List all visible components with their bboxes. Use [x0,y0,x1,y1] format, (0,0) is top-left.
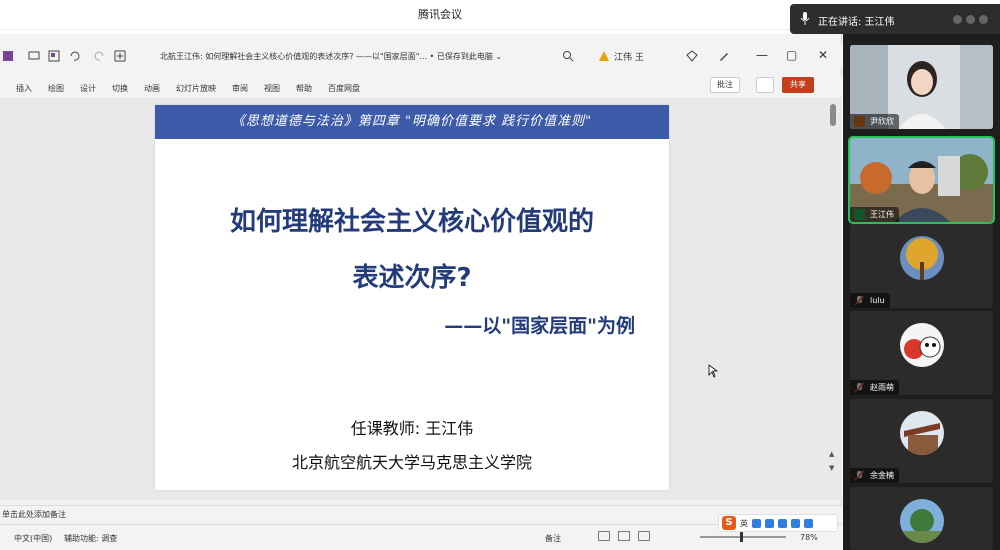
scenery-avatar [899,499,944,543]
zoom-slider[interactable] [700,532,786,542]
present-icon[interactable] [28,50,40,62]
dot-icon [966,15,975,24]
cartoon-avatar [899,323,944,367]
slide-title-line1: 如何理解社会主义核心价值观的 [229,207,594,237]
participant-name: 余金楠 [850,468,899,483]
dot-icon [953,15,962,24]
language-indicator[interactable]: 中文(中国) [14,533,52,544]
participant-name: 尹欣欣 [850,114,899,129]
slide-subtitle: ——以"国家层面"为例 [444,315,635,337]
tab-view[interactable]: 视图 [256,83,288,94]
slide[interactable]: 《思想道德与法治》第四章 "明确价值要求 践行价值准则" 如何理解社会主义核心价… [155,105,669,490]
minimize-icon[interactable]: — [756,48,768,62]
notes-button[interactable]: 备注 [545,533,561,544]
ime-voice-icon[interactable] [765,518,774,528]
speaking-label: 正在讲话: 王江伟 [818,17,895,28]
search-icon[interactable] [562,50,574,62]
participant-name: 王江伟 [850,207,899,222]
dot-icon [979,15,988,24]
participant-tile[interactable]: lulu [850,224,993,308]
participant-tile[interactable] [850,487,993,550]
diamond-icon[interactable] [686,50,698,62]
accessibility-indicator[interactable]: 辅助功能: 调查 [64,533,117,544]
participant-name: 赵雨萌 [850,380,899,395]
tab-animations[interactable]: 动画 [136,83,168,94]
maximize-icon[interactable]: ▢ [786,48,797,62]
layout-icon[interactable] [48,50,60,62]
banner-controls[interactable] [953,15,988,24]
ime-keyboard-icon[interactable] [778,518,787,528]
view-buttons [598,531,650,541]
share-button[interactable]: 共享 [782,77,814,93]
slide-title-line2: 表述次序? [352,263,472,293]
notes-placeholder: 单击此处添加备注 [2,510,66,519]
tab-insert[interactable]: 插入 [8,83,40,94]
meeting-app-title: 腾讯会议 [418,8,462,21]
ime-menu-icon[interactable] [804,518,813,528]
undo-icon[interactable] [68,50,80,62]
status-bar: 中文(中国) 辅助功能: 调查 备注 78% [0,524,842,550]
comment-label: 批注 [717,80,733,89]
ime-mode[interactable]: 英 [740,518,748,529]
slide-sorter-icon[interactable] [618,531,630,541]
building-avatar [899,411,944,455]
notes-pane[interactable]: 单击此处添加备注 [0,505,842,523]
save-icon[interactable] [2,50,14,62]
redo-icon[interactable] [94,50,106,62]
warning-icon [599,51,609,61]
tab-slideshow[interactable]: 幻灯片放映 [168,83,224,94]
scrollbar-thumb[interactable] [830,104,836,126]
vertical-scrollbar[interactable]: ▲ ▼ [828,100,838,480]
close-icon[interactable]: ✕ [818,48,828,62]
tab-help[interactable]: 帮助 [288,83,320,94]
tab-transitions[interactable]: 切换 [104,83,136,94]
zoom-thumb[interactable] [740,532,743,542]
sogou-ime-icon: S [722,516,736,530]
account-name[interactable]: 江伟 王 [614,50,644,63]
share-label: 共享 [790,80,806,89]
tab-baidu-netdisk[interactable]: 百度网盘 [320,83,368,94]
mouse-cursor-icon [708,364,718,378]
ppt-title-bar: 北航王江伟: 如何理解社会主义核心价值观的表述次序? ——以"国家层面"... … [0,44,842,68]
pen-icon[interactable] [718,50,730,62]
scroll-down-icon[interactable]: ▼ [829,464,834,472]
microphone-icon [800,12,810,25]
participant-tile[interactable]: 赵雨萌 [850,311,993,395]
slide-teacher: 任课教师: 王江伟 [350,419,474,438]
ime-tool-icon[interactable] [752,518,761,528]
new-slide-icon[interactable] [114,50,126,62]
zoom-percent[interactable]: 78% [800,533,818,542]
participant-tile-active[interactable]: 王江伟 [848,136,995,224]
comment-button[interactable]: 批注 [710,77,740,93]
slide-institution: 北京航空航天大学马克思主义学院 [291,453,532,472]
participant-name: lulu [850,293,890,308]
ime-skin-icon[interactable] [791,518,800,528]
tab-review[interactable]: 审阅 [224,83,256,94]
slide-header: 《思想道德与法治》第四章 "明确价值要求 践行价值准则" [155,105,669,139]
scroll-up-icon[interactable]: ▲ [829,450,834,458]
present-button[interactable] [756,77,774,93]
participant-tile[interactable]: 余金楠 [850,399,993,483]
autumn-tree-avatar [899,236,944,280]
tab-design[interactable]: 设计 [72,83,104,94]
normal-view-icon[interactable] [598,531,610,541]
document-title[interactable]: 北航王江伟: 如何理解社会主义核心价值观的表述次序? ——以"国家层面"... … [160,51,502,62]
participant-tile[interactable]: 尹欣欣 [850,45,993,129]
tab-draw[interactable]: 绘图 [40,83,72,94]
ime-toolbar[interactable]: S 英 [718,514,838,532]
reading-view-icon[interactable] [638,531,650,541]
speaking-indicator: 正在讲话: 王江伟 [790,4,1000,34]
